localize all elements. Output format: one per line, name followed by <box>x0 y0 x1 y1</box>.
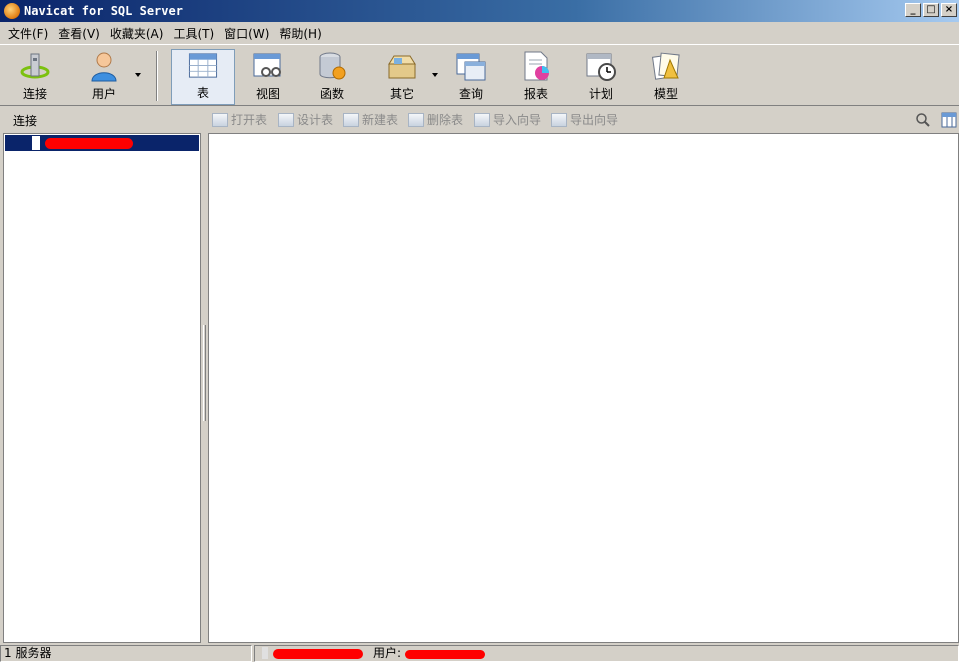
redacted-user-name <box>405 650 485 659</box>
view-button[interactable]: 视图 <box>236 49 300 105</box>
menu-tools[interactable]: 工具(T) <box>169 25 218 42</box>
status-server-icon <box>262 647 268 659</box>
menu-favorites[interactable]: 收藏夹(A) <box>106 25 168 42</box>
status-user-label: 用户: <box>373 646 402 660</box>
report-button[interactable]: 报表 <box>504 49 568 105</box>
open-table-label: 打开表 <box>231 113 268 127</box>
function-icon <box>319 52 346 80</box>
connect-label: 连接 <box>22 87 47 101</box>
function-button[interactable]: 函数 <box>300 49 364 105</box>
new-table-button[interactable]: 新建表 <box>343 111 398 128</box>
table-label: 表 <box>196 86 209 100</box>
table-icon <box>188 53 218 78</box>
delete-table-button[interactable]: 删除表 <box>408 111 463 128</box>
toolbar-separator <box>156 51 158 101</box>
user-label: 用户 <box>91 87 116 101</box>
menu-bar: 文件(F) 查看(V) 收藏夹(A) 工具(T) 窗口(W) 帮助(H) <box>0 22 959 44</box>
status-connection-info: 用户: <box>254 645 959 662</box>
search-icon[interactable] <box>915 112 931 128</box>
model-label: 模型 <box>653 87 678 101</box>
import-wizard-button[interactable]: 导入向导 <box>474 111 541 128</box>
query-label: 查询 <box>458 87 483 101</box>
schedule-button[interactable]: 计划 <box>569 49 633 105</box>
minimize-button[interactable]: _ <box>905 3 921 17</box>
grid-view-icon[interactable] <box>941 112 957 128</box>
connect-icon <box>20 53 50 79</box>
menu-help[interactable]: 帮助(H) <box>275 25 325 42</box>
server-icon <box>32 136 40 150</box>
other-icon <box>388 55 416 79</box>
import-wizard-label: 导入向导 <box>493 113 542 127</box>
connect-button[interactable]: 连接 <box>3 49 67 105</box>
tree-row-connection[interactable] <box>5 135 199 151</box>
object-toolbar: 连接 打开表 设计表 新建表 删除表 导入向导 导出向导 <box>0 107 959 132</box>
report-icon <box>524 51 549 81</box>
section-label: 连接 <box>13 114 38 128</box>
delete-table-label: 删除表 <box>427 113 464 127</box>
delete-table-icon <box>408 112 424 127</box>
schedule-label: 计划 <box>588 87 613 101</box>
panel-splitter[interactable] <box>201 133 208 643</box>
query-icon <box>456 53 486 81</box>
query-button[interactable]: 查询 <box>439 49 503 105</box>
menu-view[interactable]: 查看(V) <box>54 25 104 42</box>
menu-file[interactable]: 文件(F) <box>4 25 52 42</box>
open-table-button[interactable]: 打开表 <box>212 111 267 128</box>
function-label: 函数 <box>319 87 344 101</box>
redacted-server-name <box>273 649 363 659</box>
navicat-app-icon <box>4 3 20 19</box>
close-button[interactable]: × <box>941 3 957 17</box>
design-table-icon <box>278 112 294 127</box>
report-label: 报表 <box>523 87 548 101</box>
view-label: 视图 <box>255 87 280 101</box>
status-object-count: 1 服务器 <box>0 645 252 662</box>
model-icon <box>651 52 680 80</box>
object-list-panel[interactable] <box>208 133 959 643</box>
other-label: 其它 <box>389 87 414 101</box>
import-wizard-icon <box>474 112 490 127</box>
title-bar: Navicat for SQL Server _ □ × <box>0 0 959 22</box>
view-icon <box>253 53 281 77</box>
user-button[interactable]: 用户 <box>72 49 136 105</box>
window-title: Navicat for SQL Server <box>24 4 183 18</box>
open-table-icon <box>212 112 228 127</box>
other-button[interactable]: 其它 <box>370 49 434 105</box>
model-button[interactable]: 模型 <box>634 49 698 105</box>
menu-window[interactable]: 窗口(W) <box>220 25 273 42</box>
maximize-button[interactable]: □ <box>923 3 939 17</box>
schedule-icon <box>586 53 616 81</box>
export-wizard-label: 导出向导 <box>570 113 619 127</box>
user-dropdown-arrow[interactable] <box>135 73 141 77</box>
status-bar: 1 服务器 用户: <box>0 644 959 662</box>
design-table-label: 设计表 <box>297 113 334 127</box>
export-wizard-icon <box>551 112 567 127</box>
table-button[interactable]: 表 <box>171 49 235 105</box>
export-wizard-button[interactable]: 导出向导 <box>551 111 618 128</box>
redacted-connection-name <box>45 138 133 149</box>
new-table-icon <box>343 112 359 127</box>
other-dropdown-arrow[interactable] <box>432 73 438 77</box>
splitter-grip[interactable] <box>203 325 206 421</box>
new-table-label: 新建表 <box>362 113 399 127</box>
design-table-button[interactable]: 设计表 <box>278 111 333 128</box>
connection-tree[interactable] <box>3 133 201 643</box>
user-icon <box>91 52 117 82</box>
main-toolbar: 连接 用户 表 视图 函数 其它 查询 报表 计划 模型 <box>0 44 959 106</box>
